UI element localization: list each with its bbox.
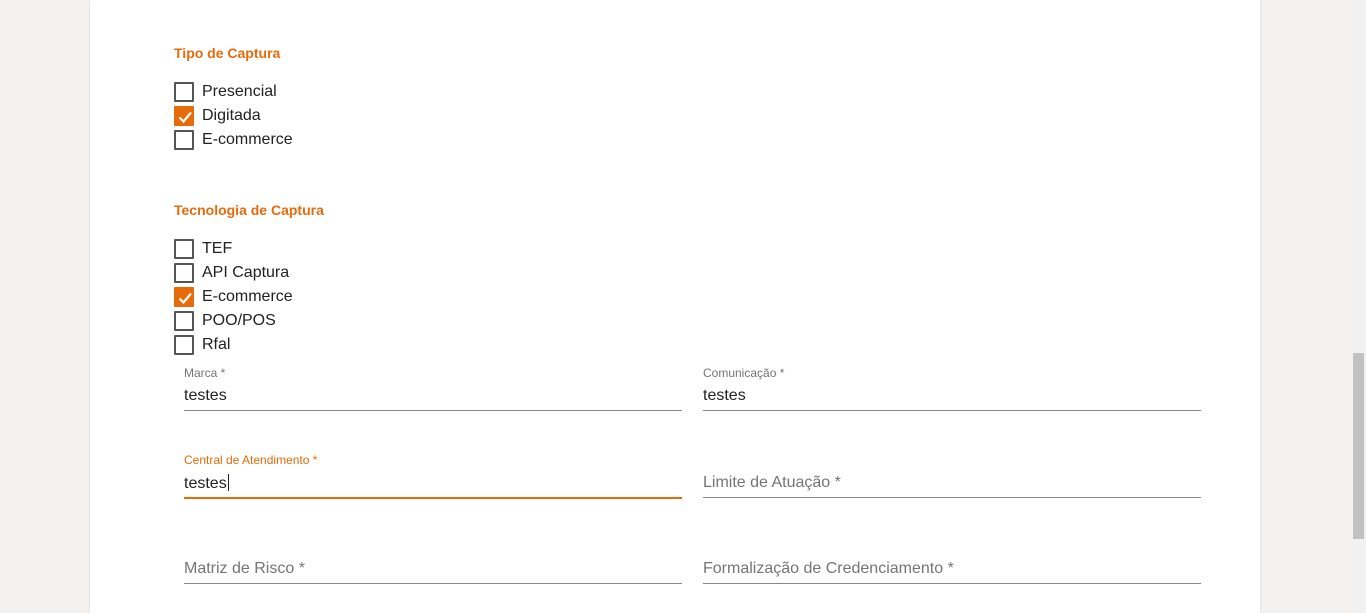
scrollbar-thumb[interactable]: [1353, 353, 1364, 539]
limite-atuacao-underline: [703, 497, 1201, 498]
formalizacao-field[interactable]: Formalização de Credenciamento *: [703, 539, 1201, 585]
limite-atuacao-field[interactable]: Limite de Atuação *: [703, 453, 1201, 499]
checkbox-label: E-commerce: [202, 131, 293, 148]
checkbox-digitada[interactable]: Digitada: [174, 106, 261, 126]
checkbox-ecommerce-tec[interactable]: E-commerce: [174, 287, 293, 307]
checkbox-box[interactable]: [174, 82, 194, 102]
checkbox-box[interactable]: [174, 263, 194, 283]
checkbox-label: Rfal: [202, 336, 231, 353]
central-atendimento-underline: [184, 497, 682, 499]
comunicacao-label: Comunicação *: [703, 366, 785, 380]
checkbox-box[interactable]: [174, 335, 194, 355]
tecnologia-captura-title: Tecnologia de Captura: [174, 202, 324, 218]
matriz-risco-field[interactable]: Matriz de Risco *: [184, 539, 682, 585]
checkbox-box[interactable]: [174, 239, 194, 259]
checkbox-ecommerce-tipo[interactable]: E-commerce: [174, 130, 293, 150]
checkbox-box-checked[interactable]: [174, 106, 194, 126]
checkbox-tef[interactable]: TEF: [174, 239, 232, 259]
central-atendimento-label: Central de Atendimento *: [184, 453, 318, 467]
checkbox-label: API Captura: [202, 264, 290, 281]
checkbox-label: E-commerce: [202, 288, 293, 305]
central-atendimento-field[interactable]: Central de Atendimento * testes: [184, 453, 682, 500]
comunicacao-input[interactable]: testes: [703, 387, 746, 405]
comunicacao-field[interactable]: Comunicação * testes: [703, 366, 1201, 412]
checkbox-api-captura[interactable]: API Captura: [174, 263, 289, 283]
checkbox-poo-pos[interactable]: POO/POS: [174, 311, 276, 331]
central-atendimento-input[interactable]: testes: [184, 474, 229, 493]
marca-label: Marca *: [184, 366, 226, 380]
checkbox-label: POO/POS: [202, 312, 276, 329]
checkbox-box[interactable]: [174, 130, 194, 150]
marca-field[interactable]: Marca * testes: [184, 366, 682, 412]
checkbox-box[interactable]: [174, 311, 194, 331]
checkbox-box-checked[interactable]: [174, 287, 194, 307]
page-scrollbar[interactable]: [1351, 0, 1366, 613]
checkmark-icon: [178, 292, 192, 305]
formalizacao-underline: [703, 583, 1201, 584]
checkbox-label: Digitada: [202, 107, 261, 124]
comunicacao-underline: [703, 410, 1201, 411]
text-caret: [227, 474, 229, 491]
formalizacao-input[interactable]: Formalização de Credenciamento *: [703, 560, 954, 578]
checkbox-label: TEF: [202, 240, 233, 257]
form-card: Tipo de Captura Presencial Digitada E-co…: [90, 0, 1260, 613]
limite-atuacao-input[interactable]: Limite de Atuação *: [703, 474, 841, 492]
marca-underline: [184, 410, 682, 411]
checkmark-icon: [178, 111, 192, 124]
checkbox-rfal[interactable]: Rfal: [174, 335, 230, 355]
checkbox-presencial[interactable]: Presencial: [174, 82, 277, 102]
checkbox-label: Presencial: [202, 83, 277, 100]
matriz-risco-input[interactable]: Matriz de Risco *: [184, 560, 305, 578]
marca-input[interactable]: testes: [184, 387, 227, 405]
tipo-captura-title: Tipo de Captura: [174, 45, 281, 61]
matriz-risco-underline: [184, 583, 682, 584]
